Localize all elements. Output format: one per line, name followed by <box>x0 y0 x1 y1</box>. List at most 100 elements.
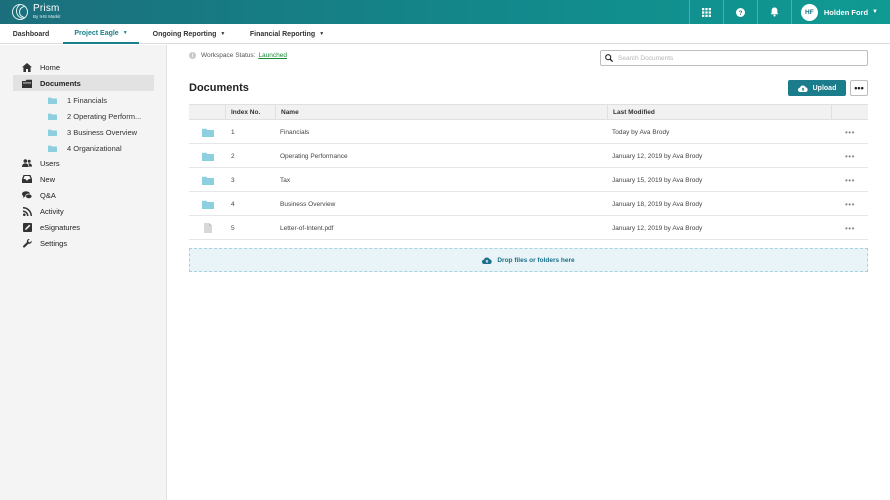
apps-grid-button[interactable] <box>688 0 723 24</box>
sidebar-item-esignatures[interactable]: eSignatures <box>13 219 154 235</box>
sidebar-item-settings[interactable]: Settings <box>13 235 154 251</box>
cloud-upload-icon <box>482 257 492 264</box>
tab-dashboard[interactable]: Dashboard <box>0 24 62 44</box>
row-actions-button[interactable]: ••• <box>845 216 855 240</box>
sidebar-item-new[interactable]: New <box>13 171 154 187</box>
workspace-status-label: Workspace Status: <box>201 52 256 59</box>
chat-icon <box>22 190 32 200</box>
row-index: 5 <box>231 224 235 232</box>
search-box <box>600 50 868 66</box>
chevron-down-icon: ▼ <box>319 31 325 37</box>
table-row[interactable]: 4 Business Overview January 18, 2019 by … <box>189 192 868 216</box>
search-input[interactable] <box>618 54 858 62</box>
prism-logo[interactable]: Prism By IHS Markit <box>12 0 61 24</box>
folder-icon <box>202 168 214 192</box>
table-row[interactable]: 3 Tax January 15, 2019 by Ava Brody ••• <box>189 168 868 192</box>
info-icon: i <box>189 52 196 59</box>
folder-icon <box>202 120 214 144</box>
sidebar-item-label: Documents <box>40 78 81 88</box>
row-index: 3 <box>231 176 235 184</box>
column-header-index[interactable]: Index No. <box>225 105 273 120</box>
column-header-last-modified[interactable]: Last Modified <box>607 105 830 120</box>
workspace-tabs: Dashboard Project Eagle ▼ Ongoing Report… <box>0 24 890 44</box>
row-actions-button[interactable]: ••• <box>845 144 855 168</box>
page-title: Documents <box>189 82 249 94</box>
row-modified: Today by Ava Brody <box>612 128 670 136</box>
help-button[interactable]: ? <box>722 0 757 24</box>
sidebar-folder-2[interactable]: 2 Operating Perform... <box>48 108 154 124</box>
search-icon <box>605 54 613 62</box>
sidebar-item-label: eSignatures <box>40 222 81 232</box>
row-modified: January 12, 2019 by Ava Brody <box>612 152 703 160</box>
tab-label: Ongoing Reporting <box>152 30 217 38</box>
upload-button[interactable]: Upload <box>788 80 846 96</box>
user-name: Holden Ford <box>823 7 869 17</box>
documents-icon <box>22 78 32 88</box>
chevron-down-icon: ▼ <box>122 30 128 36</box>
sidebar-item-label: New <box>40 174 56 184</box>
tab-financial-reporting[interactable]: Financial Reporting ▼ <box>244 24 330 44</box>
tab-label: Project Eagle <box>74 29 119 37</box>
row-actions-button[interactable]: ••• <box>845 120 855 144</box>
sidebar-item-label: Q&A <box>40 190 56 200</box>
table-row[interactable]: 5 Letter-of-Intent.pdf January 12, 2019 … <box>189 216 868 240</box>
row-name[interactable]: Business Overview <box>280 192 335 216</box>
folder-icon <box>202 192 214 216</box>
svg-text:?: ? <box>738 9 742 16</box>
user-menu[interactable]: HF Holden Ford ▼ <box>790 0 890 24</box>
drop-zone[interactable]: Drop files or folders here <box>189 248 868 272</box>
table-row[interactable]: 1 Financials Today by Ava Brody ••• <box>189 120 868 144</box>
avatar: HF <box>800 3 818 21</box>
help-icon: ? <box>735 7 745 17</box>
column-header-name[interactable]: Name <box>275 105 608 120</box>
wrench-icon <box>22 238 32 248</box>
folder-icon <box>48 129 57 136</box>
tab-project-eagle[interactable]: Project Eagle ▼ <box>63 24 139 44</box>
file-icon <box>204 216 212 240</box>
folder-icon <box>48 97 57 104</box>
folder-icon <box>202 144 214 168</box>
signature-icon <box>22 222 32 232</box>
notifications-button[interactable] <box>756 0 791 24</box>
bell-icon <box>770 7 779 17</box>
row-modified: January 18, 2019 by Ava Brody <box>612 200 703 208</box>
column-header-label: Name <box>281 109 299 116</box>
tab-label: Financial Reporting <box>249 30 316 38</box>
logo-name: Prism <box>33 3 60 15</box>
sidebar-folder-4[interactable]: 4 Organizational <box>48 140 154 156</box>
row-index: 2 <box>231 152 235 160</box>
sidebar-item-activity[interactable]: Activity <box>13 203 154 219</box>
inbox-icon <box>22 174 32 184</box>
sidebar-folder-3[interactable]: 3 Business Overview <box>48 124 154 140</box>
sidebar-folder-label: 4 Organizational <box>67 143 122 153</box>
sidebar-folder-label: 3 Business Overview <box>67 127 138 137</box>
sidebar-item-users[interactable]: Users <box>13 155 154 171</box>
row-name[interactable]: Letter-of-Intent.pdf <box>280 216 333 240</box>
sidebar-item-home[interactable]: Home <box>13 59 154 75</box>
sidebar-item-qa[interactable]: Q&A <box>13 187 154 203</box>
sidebar-item-label: Settings <box>40 238 68 248</box>
column-header-label: Last Modified <box>613 109 655 116</box>
sidebar-item-label: Activity <box>40 206 64 216</box>
grid-icon <box>701 7 711 17</box>
sidebar-folder-label: 2 Operating Perform... <box>67 111 142 121</box>
sidebar-item-documents[interactable]: Documents <box>13 75 154 91</box>
column-header-label: Index No. <box>231 109 261 116</box>
chevron-down-icon: ▼ <box>220 31 226 37</box>
prism-logo-icon <box>12 4 28 20</box>
row-name[interactable]: Tax <box>280 168 290 192</box>
sidebar-folder-1[interactable]: 1 Financials <box>48 92 154 108</box>
rss-icon <box>22 206 32 216</box>
drop-zone-label: Drop files or folders here <box>497 256 575 264</box>
row-name[interactable]: Operating Performance <box>280 144 348 168</box>
home-icon <box>22 62 32 72</box>
folder-icon <box>48 145 57 152</box>
row-actions-button[interactable]: ••• <box>845 192 855 216</box>
row-actions-button[interactable]: ••• <box>845 168 855 192</box>
cloud-upload-icon <box>797 85 808 92</box>
workspace-status-link[interactable]: Launched <box>258 52 287 59</box>
more-options-button[interactable]: ••• <box>850 80 868 96</box>
row-name[interactable]: Financials <box>280 120 309 144</box>
tab-ongoing-reporting[interactable]: Ongoing Reporting ▼ <box>146 24 232 44</box>
table-row[interactable]: 2 Operating Performance January 12, 2019… <box>189 144 868 168</box>
